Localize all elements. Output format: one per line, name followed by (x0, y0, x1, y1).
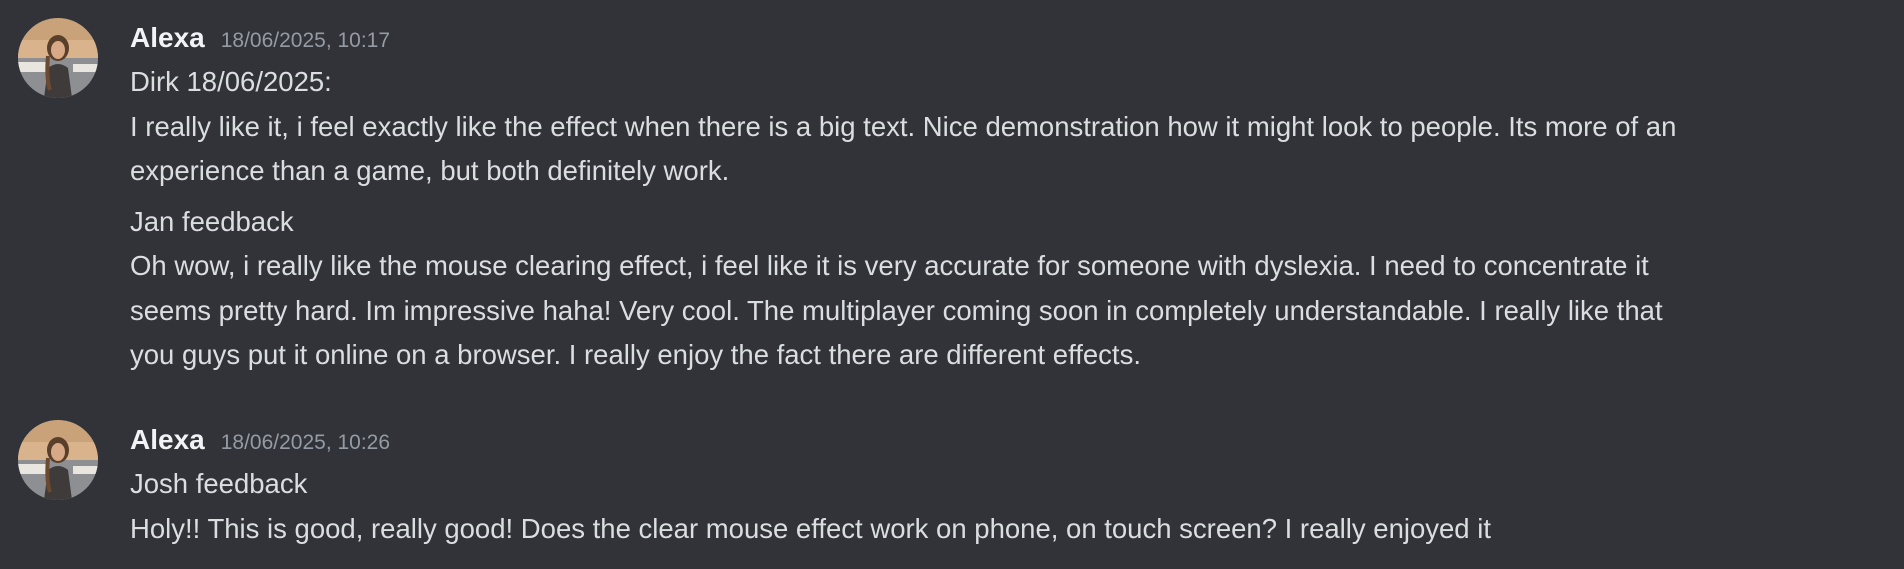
message-line: Dirk 18/06/2025: (130, 66, 332, 97)
message-line: you guys put it online on a browser. I r… (130, 339, 1141, 370)
message-line: I really like it, i feel exactly like th… (130, 111, 1677, 142)
username[interactable]: Alexa (130, 420, 205, 460)
message-line: Josh feedback (130, 468, 308, 499)
message-line: Jan feedback (130, 206, 294, 237)
avatar-photo-icon (18, 420, 98, 500)
username[interactable]: Alexa (130, 18, 205, 58)
message-line: seems pretty hard. Im impressive haha! V… (130, 295, 1663, 326)
avatar-photo-icon (18, 18, 98, 98)
timestamp[interactable]: 18/06/2025, 10:26 (221, 423, 390, 463)
message-line: experience than a game, but both definit… (130, 155, 730, 186)
avatar[interactable] (18, 18, 98, 98)
timestamp[interactable]: 18/06/2025, 10:17 (221, 21, 390, 61)
message-line: Oh wow, i really like the mouse clearing… (130, 250, 1649, 281)
message-line: Holy!! This is good, really good! Does t… (130, 513, 1491, 544)
avatar[interactable] (18, 420, 98, 500)
